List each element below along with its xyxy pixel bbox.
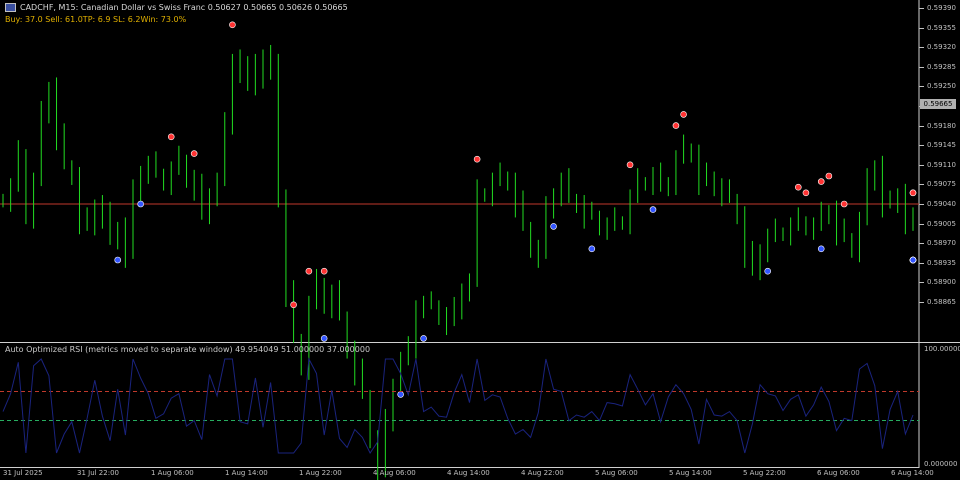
price-tick-mark: [919, 184, 924, 186]
price-tick-mark: [919, 262, 924, 264]
price-tick-mark: [919, 27, 924, 29]
time-tick-label: 31 Jul 2025: [3, 469, 43, 477]
buy-signal-arrow: [114, 256, 122, 264]
sell-signal-arrow: [229, 21, 236, 29]
buy-signal-arrow: [649, 206, 657, 213]
time-tick-label: 4 Aug 14:00: [447, 469, 490, 477]
price-tick-mark: [919, 243, 924, 245]
time-tick-label: 1 Aug 14:00: [225, 469, 268, 477]
price-tick-mark: [919, 145, 924, 147]
price-tick-mark: [919, 66, 924, 68]
time-tick-label: 5 Aug 14:00: [669, 469, 712, 477]
buy-signal-arrow: [588, 245, 596, 253]
price-tick-mark: [919, 223, 924, 225]
price-tick-mark: [919, 204, 924, 205]
price-tick-label: 0.58865: [927, 298, 956, 306]
indicator-scale-max: 100.000000: [924, 345, 960, 353]
sell-signal-arrow: [680, 111, 687, 118]
buy-signal-arrow: [137, 200, 144, 208]
buy-signal-arrow: [817, 245, 825, 253]
buy-signal-arrow: [764, 267, 772, 275]
time-tick-label: 4 Aug 06:00: [373, 469, 416, 477]
price-tick-label: 0.59145: [927, 141, 956, 150]
buy-signal-arrow: [397, 391, 404, 398]
time-tick-label: 6 Aug 14:00: [891, 469, 934, 477]
sell-signal-arrow: [320, 267, 328, 275]
price-tick-mark: [919, 8, 924, 9]
sell-signal-arrow: [672, 122, 680, 129]
buy-signal-arrow: [320, 335, 328, 342]
strategy-stats: Buy: 37.0 Sell: 61.0TP: 6.9 SL: 6.2Win: …: [5, 15, 187, 24]
sell-signal-arrow: [817, 178, 825, 185]
sell-signal-arrow: [190, 150, 198, 157]
indicator-title: Auto Optimized RSI (metrics moved to sep…: [5, 345, 371, 354]
price-tick-label: 0.59110: [927, 160, 956, 169]
price-tick-mark: [919, 86, 924, 88]
price-tick-label: 0.59355: [927, 23, 956, 32]
price-tick-label: 0.59040: [927, 200, 956, 208]
price-tick-label: 0.59320: [927, 43, 956, 52]
price-tick-label: 0.59250: [927, 82, 956, 91]
sell-signal-arrow: [167, 133, 175, 141]
price-tick-label: 0.59180: [927, 121, 956, 130]
price-tick-mark: [919, 302, 924, 303]
time-tick-label: 31 Jul 22:00: [77, 469, 119, 477]
time-tick-label: 6 Aug 06:00: [817, 469, 860, 477]
sell-signal-arrow: [626, 161, 634, 169]
chart-header: CADCHF, M15: Canadian Dollar vs Swiss Fr…: [5, 3, 348, 12]
price-tick-label: 0.58935: [927, 258, 956, 267]
symbol-flag-icon: [5, 3, 16, 12]
indicator-scale-min: 0.000000: [924, 460, 958, 468]
buy-signal-arrow: [909, 256, 917, 264]
price-tick-label: 0.58900: [927, 278, 956, 287]
time-tick-label: 4 Aug 22:00: [521, 469, 564, 477]
time-tick-label: 1 Aug 22:00: [299, 469, 342, 477]
chart-canvas[interactable]: [0, 0, 960, 480]
time-tick-label: 1 Aug 06:00: [151, 469, 194, 477]
price-tick-label: 0.59075: [927, 180, 956, 189]
sell-signal-arrow: [909, 189, 917, 197]
time-tick-label: 5 Aug 06:00: [595, 469, 638, 477]
sell-signal-arrow: [305, 267, 313, 275]
buy-signal-arrow: [420, 335, 427, 342]
price-tick-mark: [919, 125, 924, 127]
sell-signal-arrow: [825, 172, 833, 180]
price-tick-mark: [919, 164, 924, 166]
sell-signal-arrow: [290, 301, 297, 309]
price-tick-label: 0.59390: [927, 4, 956, 12]
current-price-tag: 0.59665: [920, 99, 956, 109]
time-tick-label: 5 Aug 22:00: [743, 469, 786, 477]
sell-signal-arrow: [473, 155, 481, 163]
buy-signal-arrow: [550, 223, 557, 230]
sell-signal-arrow: [802, 189, 810, 197]
sell-signal-arrow: [794, 183, 802, 191]
price-tick-label: 0.58970: [927, 239, 956, 248]
price-tick-mark: [919, 282, 924, 284]
price-tick-label: 0.59005: [927, 219, 956, 228]
price-tick-mark: [919, 47, 924, 49]
symbol-info: CADCHF, M15: Canadian Dollar vs Swiss Fr…: [20, 3, 348, 12]
price-tick-label: 0.59285: [927, 62, 956, 71]
sell-signal-arrow: [840, 200, 848, 208]
rsi-line: [2, 357, 914, 454]
